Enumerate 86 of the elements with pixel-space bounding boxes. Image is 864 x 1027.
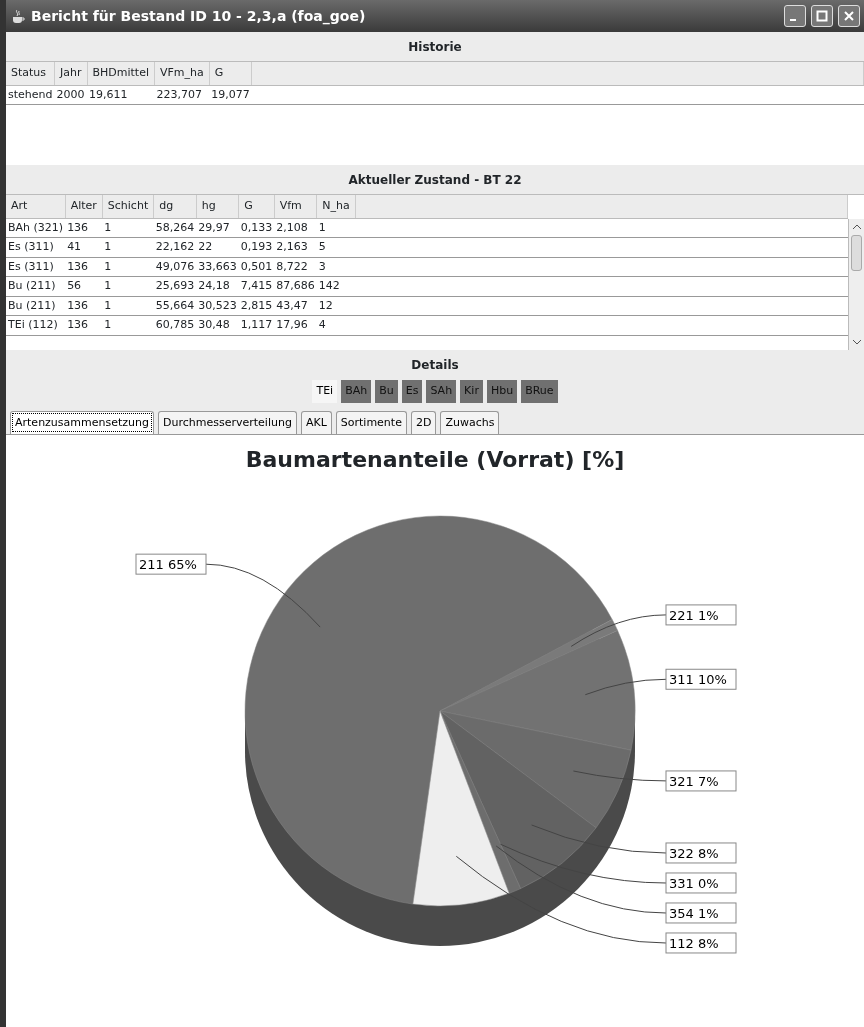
maximize-icon bbox=[816, 10, 828, 22]
species-button[interactable]: SAh bbox=[426, 380, 457, 403]
slice-label: 311 10% bbox=[665, 668, 737, 690]
slice-label: 322 8% bbox=[669, 845, 719, 861]
table-cell: 22 bbox=[196, 237, 239, 257]
column-header[interactable]: G bbox=[238, 195, 275, 218]
close-icon bbox=[843, 10, 855, 22]
table-cell: BAh (321) bbox=[6, 218, 66, 238]
species-button[interactable]: Es bbox=[401, 380, 423, 403]
slice-label: 211 65% bbox=[135, 553, 207, 575]
slice-label: 354 1% bbox=[665, 902, 737, 924]
table-cell: 19,611 bbox=[87, 85, 155, 105]
column-header[interactable]: hg bbox=[196, 195, 239, 218]
column-header[interactable]: G bbox=[209, 62, 252, 85]
table-cell: 30,48 bbox=[196, 315, 239, 335]
species-button[interactable]: BRue bbox=[521, 380, 558, 403]
table-cell: 24,18 bbox=[196, 276, 239, 296]
table-cell: 56 bbox=[65, 276, 103, 296]
tab[interactable]: 2D bbox=[410, 410, 437, 434]
table-cell: 29,97 bbox=[196, 218, 239, 238]
slice-label: 321 7% bbox=[665, 770, 737, 792]
table-cell: stehend bbox=[6, 85, 55, 105]
slice-label: 112 8% bbox=[669, 935, 719, 951]
table-cell: Es (311) bbox=[6, 257, 66, 277]
slice-label: 321 7% bbox=[669, 773, 719, 789]
tab[interactable]: Durchmesserverteilung bbox=[158, 410, 297, 434]
table-cell: 87,686 bbox=[274, 276, 317, 296]
table-cell: 41 bbox=[65, 237, 103, 257]
column-header[interactable]: Jahr bbox=[54, 62, 87, 85]
column-header[interactable]: Schicht bbox=[102, 195, 154, 218]
table-cell: 136 bbox=[65, 296, 103, 316]
scrollbar[interactable] bbox=[848, 219, 864, 350]
table-cell: 1 bbox=[102, 257, 154, 277]
minimize-icon bbox=[790, 19, 796, 21]
table-cell: 2,163 bbox=[274, 237, 317, 257]
table-cell: 19,077 bbox=[209, 85, 252, 105]
window-title: Bericht für Bestand ID 10 - 2,3,a (foa_goe) bbox=[31, 6, 367, 27]
species-button[interactable]: Hbu bbox=[486, 380, 518, 403]
species-button[interactable]: Bu bbox=[375, 380, 398, 403]
table-cell: 8,722 bbox=[274, 257, 317, 277]
column-header[interactable]: Status bbox=[6, 62, 55, 85]
maximize-button[interactable] bbox=[811, 5, 833, 27]
slice-label: 331 0% bbox=[665, 872, 737, 894]
table-cell: 1 bbox=[102, 218, 154, 238]
slice-label: 112 8% bbox=[665, 932, 737, 954]
table-cell: 30,523 bbox=[196, 296, 239, 316]
species-button[interactable]: TEi bbox=[312, 380, 338, 403]
table-cell: Bu (211) bbox=[6, 296, 66, 316]
table-cell: TEi (112) bbox=[6, 315, 66, 335]
table-cell: 1 bbox=[102, 276, 154, 296]
table-cell: 33,663 bbox=[196, 257, 239, 277]
species-button[interactable]: BAh bbox=[341, 380, 372, 403]
table-cell: 17,96 bbox=[274, 315, 317, 335]
panel-heading: Details bbox=[410, 357, 460, 374]
slice-label: 322 8% bbox=[665, 842, 737, 864]
column-header[interactable]: Alter bbox=[65, 195, 103, 218]
column-header[interactable]: dg bbox=[153, 195, 197, 218]
column-header[interactable]: N_ha bbox=[316, 195, 356, 218]
close-button[interactable] bbox=[838, 5, 860, 27]
table-cell: 1 bbox=[102, 315, 154, 335]
table-cell: 136 bbox=[65, 218, 103, 238]
slice-label: 221 1% bbox=[665, 604, 737, 626]
table-cell: 1 bbox=[102, 237, 154, 257]
column-header[interactable]: Art bbox=[6, 195, 66, 218]
tab[interactable]: AKL bbox=[300, 410, 332, 434]
tab[interactable]: Artenzusammensetzung bbox=[10, 410, 154, 434]
slice-label: 211 65% bbox=[139, 557, 197, 573]
slice-label: 311 10% bbox=[669, 672, 727, 688]
slice-label: 354 1% bbox=[669, 905, 719, 921]
column-header[interactable]: Vfm bbox=[274, 195, 317, 218]
table-cell: 43,47 bbox=[274, 296, 317, 316]
scroll-thumb[interactable] bbox=[851, 235, 862, 271]
chart-title: Baumartenanteile (Vorrat) [%] bbox=[245, 446, 625, 474]
table-cell: 2,108 bbox=[274, 218, 317, 238]
table-cell: 136 bbox=[65, 315, 103, 335]
table-cell: 1 bbox=[102, 296, 154, 316]
slice-label: 221 1% bbox=[669, 607, 719, 623]
column-header[interactable]: VFm_ha bbox=[154, 62, 210, 85]
species-button[interactable]: Kir bbox=[460, 380, 483, 403]
table-cell: Es (311) bbox=[6, 237, 66, 257]
column-header[interactable]: BHDmittel bbox=[87, 62, 155, 85]
table-cell: 136 bbox=[65, 257, 103, 277]
table-cell: Bu (211) bbox=[6, 276, 66, 296]
minimize-button[interactable] bbox=[784, 5, 806, 27]
tab[interactable]: Sortimente bbox=[335, 410, 407, 434]
tab[interactable]: Zuwachs bbox=[440, 410, 500, 434]
